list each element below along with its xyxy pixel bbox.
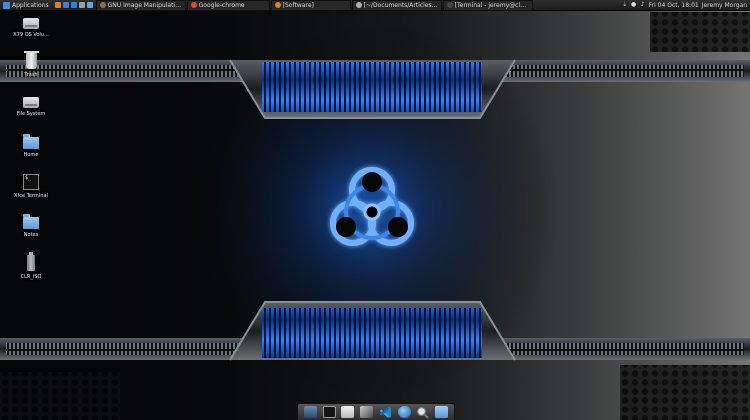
desktop-screen: Applications GNU Image Manipulation ... … [0, 0, 750, 420]
trash-icon [23, 51, 39, 69]
desktop-icon-label: Trash [24, 72, 38, 78]
top-panel: Applications GNU Image Manipulation ... … [0, 0, 750, 11]
terminal-icon [446, 2, 453, 8]
drive-icon [23, 18, 39, 29]
desktop-icon-label: Home [23, 152, 39, 158]
files-icon [341, 406, 355, 418]
search-icon [417, 406, 430, 419]
dock-item-terminal[interactable] [322, 405, 336, 419]
taskbar-item-terminal[interactable]: [Terminal - jeremy@clear... [442, 0, 533, 11]
applications-menu-button[interactable]: Applications [0, 0, 52, 11]
dock-item-tools[interactable] [360, 405, 374, 419]
usb-drive-icon [27, 252, 35, 271]
desktop-icon-home[interactable]: Home [1, 133, 61, 158]
desktop-icon [303, 406, 317, 418]
tools-icon [360, 406, 374, 418]
notifications-icon[interactable]: ● [631, 2, 637, 8]
dock-item-browser[interactable] [397, 405, 411, 419]
drive-icon [23, 97, 39, 108]
taskbar-item-chrome[interactable]: Google-chrome [186, 0, 270, 11]
dock-item-folder[interactable] [435, 405, 449, 419]
desktop-icon-file-system[interactable]: File System [1, 93, 61, 117]
task-label: GNU Image Manipulation ... [107, 1, 182, 9]
desktop-icon-x79-volume[interactable]: X79 OS Volu... [1, 14, 61, 38]
desktop-icon-xfce-terminal[interactable]: $_ Xfce Terminal [1, 174, 61, 199]
home-folder-icon [23, 134, 39, 149]
gimp-icon [99, 2, 106, 8]
software-icon [274, 2, 281, 8]
chrome-icon [190, 2, 197, 8]
desktop-icon-trash[interactable]: Trash [1, 51, 61, 78]
task-label: [Software] [282, 1, 314, 9]
desktop-icon-label: Xfce Terminal [14, 193, 48, 199]
desktop-icon-notes[interactable]: Notes [1, 213, 61, 238]
clock[interactable]: Fri 04 Oct, 18:01 [649, 0, 699, 11]
settings-launcher-icon[interactable] [78, 2, 85, 8]
applications-label: Applications [12, 1, 49, 9]
vscode-icon [379, 406, 391, 418]
files-launcher-icon[interactable] [62, 2, 69, 8]
desktop-icon-label: File System [16, 111, 46, 117]
xfce-logo-icon [3, 1, 10, 9]
terminal-icon: $_ [23, 174, 39, 190]
terminal-icon [322, 406, 336, 418]
wallpaper [0, 0, 750, 420]
user-menu[interactable]: Jeremy Morgan [702, 0, 747, 11]
dock [297, 403, 455, 420]
panel-launchers [52, 0, 96, 11]
task-label: [Terminal - jeremy@clear... [454, 1, 529, 9]
taskbar-item-gimp[interactable]: GNU Image Manipulation ... [95, 0, 186, 11]
system-tray: ⇣ ● ♪ Fri 04 Oct, 18:01 Jeremy Morgan [622, 0, 750, 11]
dock-item-search[interactable] [416, 405, 430, 419]
folder-icon [23, 214, 39, 229]
taskbar-item-software[interactable]: [Software] [270, 0, 351, 11]
desktop-icon-label: CLR_ISO [20, 274, 42, 280]
vscode-launcher-icon[interactable] [70, 2, 77, 8]
volume-icon[interactable]: ♪ [640, 2, 646, 8]
dock-item-files[interactable] [341, 405, 355, 419]
network-icon[interactable]: ⇣ [622, 2, 628, 8]
folder-launcher-icon[interactable] [86, 2, 93, 8]
desktop-icon-clr-iso[interactable]: CLR_ISO [1, 252, 61, 280]
taskbar-item-documents[interactable]: [~/Documents/Articles/Cl... [351, 0, 442, 11]
desktop-icon-label: X79 OS Volu... [13, 32, 49, 38]
desktop-icon-label: Notes [23, 232, 39, 238]
dock-item-desktop[interactable] [303, 405, 317, 419]
firefox-launcher-icon[interactable] [54, 2, 61, 8]
browser-icon [397, 406, 411, 418]
folder-icon [435, 406, 449, 418]
task-label: [~/Documents/Articles/Cl... [363, 1, 438, 9]
file-manager-icon [355, 2, 362, 8]
dock-item-vscode[interactable] [378, 405, 392, 419]
task-label: Google-chrome [198, 1, 245, 9]
